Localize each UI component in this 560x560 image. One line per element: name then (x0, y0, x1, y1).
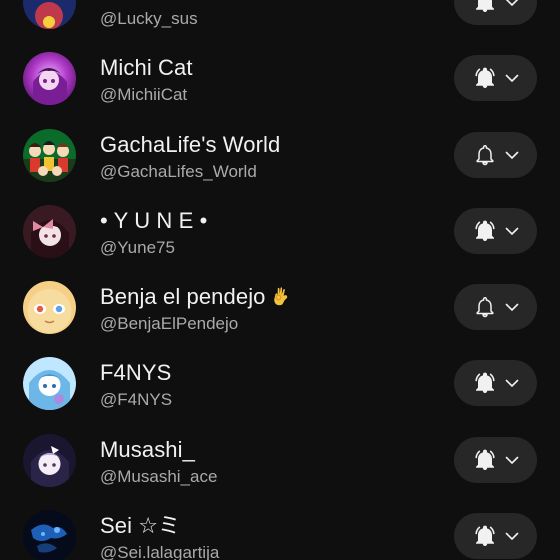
channel-avatar[interactable] (23, 281, 76, 335)
channel-avatar[interactable] (23, 52, 76, 106)
channel-row[interactable]: Musashi_ @Musashi_ace (0, 422, 560, 498)
channel-name[interactable]: Michi Cat (100, 55, 193, 81)
channel-avatar[interactable] (23, 510, 76, 560)
channel-row[interactable]: F4NYS @F4NYS (0, 345, 560, 421)
channel-name[interactable]: F4NYS (100, 360, 171, 386)
notification-settings-button[interactable] (454, 0, 537, 25)
bell-ringing-icon (475, 67, 495, 89)
channel-row[interactable]: @Lucky_sus (0, 0, 560, 40)
channel-handle: @GachaLifes_World (100, 161, 257, 181)
channel-handle: @Yune75 (100, 237, 175, 257)
bell-ringing-icon (475, 525, 495, 547)
notification-settings-button[interactable] (454, 360, 537, 407)
channel-name[interactable]: Benja el pendejo (100, 284, 292, 310)
channel-handle: @Musashi_ace (100, 466, 218, 486)
channel-handle: @Sei.lalagartija (100, 543, 220, 560)
channel-handle: @Lucky_sus (100, 9, 198, 28)
channel-row[interactable]: • Y U N E • @Yune75 (0, 193, 560, 269)
notification-settings-button[interactable] (454, 131, 537, 178)
notification-settings-button[interactable] (454, 207, 537, 254)
bell-ringing-icon (475, 373, 495, 394)
ok-hand-emoji (273, 287, 287, 306)
channel-row[interactable]: Michi Cat @MichiiCat (0, 40, 560, 116)
channel-handle: @F4NYS (100, 390, 173, 410)
channel-name[interactable]: Sei ☆ミ (100, 513, 180, 539)
subscriptions-list: @Lucky_sus Michi Cat @MichiiCat GachaLif… (0, 0, 560, 560)
notification-settings-button[interactable] (454, 284, 537, 331)
bell-ringing-icon (476, 0, 494, 12)
channel-name[interactable]: • Y U N E • (100, 208, 207, 234)
notification-settings-button[interactable] (454, 55, 537, 102)
channel-avatar[interactable] (23, 0, 76, 29)
chevron-down-icon (505, 380, 519, 388)
bell-ringing-icon (475, 220, 495, 241)
bell-outline-icon (476, 297, 494, 318)
channel-avatar[interactable] (23, 128, 76, 182)
channel-avatar[interactable] (23, 433, 76, 487)
chevron-down-icon (505, 227, 519, 235)
channel-row[interactable]: GachaLife's World @GachaLifes_World (0, 117, 560, 193)
channel-name[interactable]: GachaLife's World (100, 132, 280, 158)
channel-avatar[interactable] (23, 357, 76, 411)
chevron-down-icon (505, 0, 519, 6)
bell-outline-icon (476, 144, 494, 165)
channel-avatar[interactable] (23, 204, 76, 258)
channel-row[interactable]: Sei ☆ミ @Sei.lalagartija (0, 498, 560, 560)
chevron-down-icon (505, 456, 519, 464)
channel-handle: @BenjaElPendejo (100, 314, 239, 334)
channel-name[interactable]: Musashi_ (100, 437, 195, 463)
channel-handle: @MichiiCat (100, 85, 188, 105)
channel-row[interactable]: Benja el pendejo @BenjaElPendejo (0, 269, 560, 345)
notification-settings-button[interactable] (454, 513, 537, 560)
chevron-down-icon (505, 303, 519, 311)
chevron-down-icon (505, 74, 519, 83)
bell-ringing-icon (475, 449, 495, 470)
notification-settings-button[interactable] (454, 436, 537, 483)
chevron-down-icon (505, 532, 519, 540)
chevron-down-icon (505, 151, 519, 159)
